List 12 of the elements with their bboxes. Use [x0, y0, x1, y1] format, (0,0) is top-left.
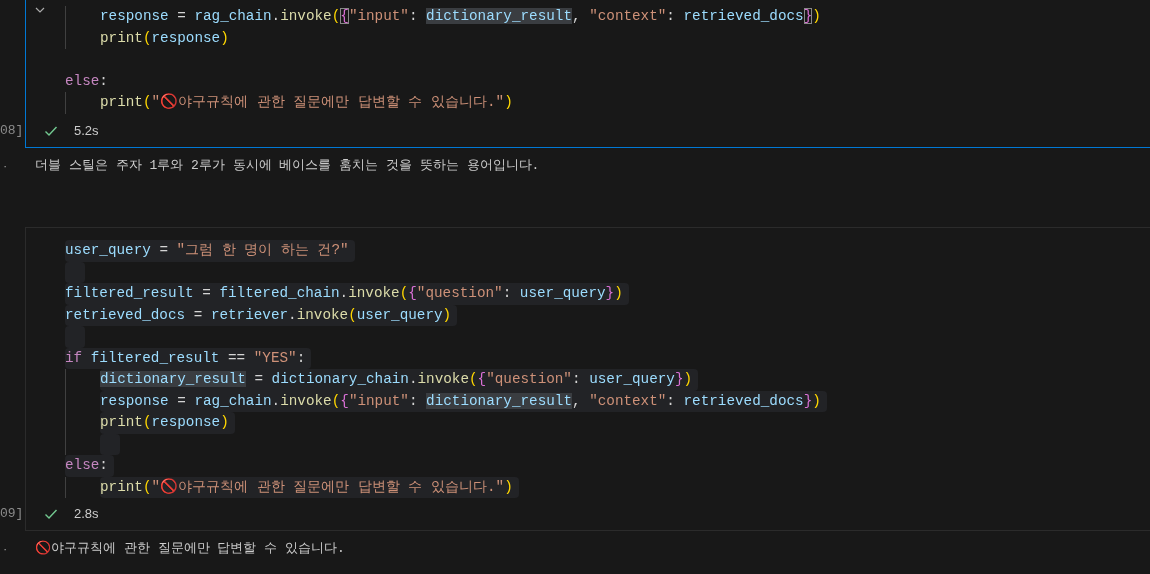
output-bullet: ·: [3, 540, 8, 558]
execution-count: 09]: [0, 505, 24, 523]
code-line: response = rag_chain.invoke({"input": dictionary_result, "context": retrieved_docs}): [100, 7, 821, 26]
execution-time: 5.2s: [74, 122, 99, 140]
output-bullet: ·: [3, 157, 8, 175]
execution-time: 2.8s: [74, 505, 99, 523]
output-text: 더블 스틸은 주자 1루와 2루가 동시에 베이스를 훔치는 것을 뜻하는 용어입니다.: [35, 157, 540, 175]
code-line: else:: [65, 71, 108, 91]
code-line: print("🚫야구규칙에 관한 질문에만 답변할 수 있습니다."): [100, 92, 513, 112]
execution-count: 08]: [0, 122, 24, 140]
code-line: print(response): [100, 28, 229, 48]
output-text: 🚫야구규칙에 관한 질문에만 답변할 수 있습니다.: [35, 539, 345, 558]
